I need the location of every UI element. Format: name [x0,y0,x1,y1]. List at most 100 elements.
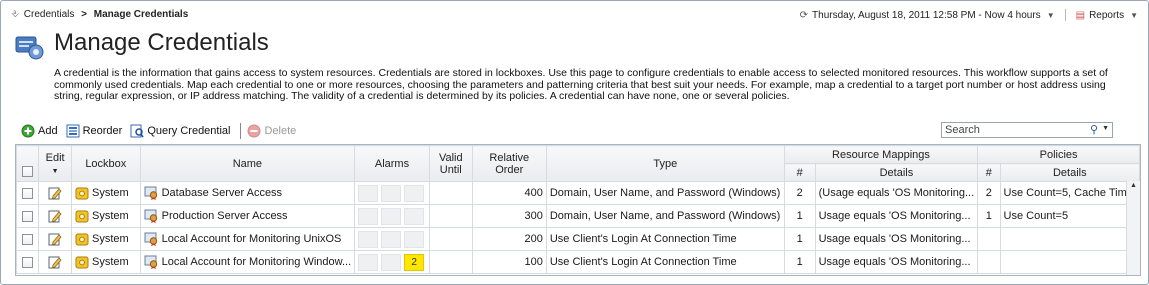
lockbox-icon [75,210,89,223]
row-name-cell: Local Account for Monitoring Window... [139,250,356,274]
alarm-indicator[interactable] [381,230,402,248]
query-credential-label: Query Credential [147,125,231,137]
valid-until-line2: Until [439,163,462,176]
chevron-down-icon[interactable]: ▼ [1047,11,1055,20]
table-row[interactable]: System Local Account for Monitoring Wind… [15,250,1141,274]
row-pol-details[interactable] [999,250,1141,274]
edit-icon[interactable] [48,186,62,200]
row-checkbox[interactable] [22,233,34,245]
row-rm-details[interactable]: Usage equals 'OS Monitoring... [814,227,979,251]
row-type: Domain, User Name, and Password (Windows… [545,204,785,228]
alarm-indicator[interactable] [358,207,379,225]
row-valid-until [428,204,473,228]
row-edit-cell [38,204,73,228]
credential-icon [144,232,157,246]
sort-down-icon[interactable]: ▼ [52,168,59,175]
reports-menu[interactable]: Reports [1089,10,1124,21]
row-alarms-cell: 2 [354,250,430,274]
alarm-indicator[interactable] [358,184,379,202]
row-name-cell: Production Server Access [139,204,356,228]
time-range-selector[interactable]: Thursday, August 18, 2011 12:58 PM - Now… [812,10,1041,21]
home-icon[interactable]: ⎀ [11,9,19,20]
column-header-edit-label: Edit [45,151,65,164]
row-type: Domain, User Name, and Password (Windows… [545,181,785,205]
row-checkbox[interactable] [22,256,34,268]
column-header-alarms[interactable]: Alarms [354,145,430,182]
row-rm-count: 1 [783,227,816,251]
column-header-name[interactable]: Name [139,145,356,182]
toolbar: Add Reorder Query Credential Delete [21,121,304,141]
row-pol-details[interactable]: Use Count=5 [999,204,1141,228]
table-row[interactable]: System Local Account for Monitoring Unix… [15,227,1141,251]
alarm-indicator-warning[interactable] [404,230,425,248]
column-header-type[interactable]: Type [545,145,785,182]
row-valid-until [428,181,473,205]
edit-icon[interactable] [48,209,62,223]
query-credential-button[interactable]: Query Credential [130,124,230,138]
reorder-button[interactable]: Reorder [66,124,122,138]
row-checkbox[interactable] [22,187,34,199]
add-button[interactable]: Add [21,124,58,138]
column-header-rm-details[interactable]: Details [814,163,979,182]
row-pol-count: 2 [977,181,1001,205]
chevron-down-icon[interactable]: ▼ [1130,11,1138,20]
toolbar-divider [240,123,242,139]
plus-icon [21,124,35,138]
edit-icon[interactable] [48,255,62,269]
breadcrumb-parent-link[interactable]: Credentials [24,9,75,20]
row-pol-count [977,227,1001,251]
alarm-indicator[interactable] [358,253,379,271]
alarm-indicator[interactable] [358,230,379,248]
row-rm-details[interactable]: Usage equals 'OS Monitoring... [814,250,979,274]
row-pol-details[interactable]: Use Count=5, Cache Tim... [999,181,1141,205]
edit-icon[interactable] [48,232,62,246]
alarm-indicator-warning[interactable]: 2 [404,253,425,271]
row-lockbox-cell: System [71,181,141,205]
time-range-icon: ⟳ [799,9,809,21]
column-header-edit[interactable]: Edit ▼ [38,145,73,182]
row-type: Use Client's Login At Connection Time [545,250,785,274]
vertical-scrollbar[interactable]: ▲ [1126,181,1140,275]
table-row[interactable]: System Production Server Access 300 Doma… [15,204,1141,228]
credentials-table: Edit ▼ Lockbox Name Alarms Valid Until Rel… [15,144,1141,276]
chevron-down-icon[interactable]: ▼ [1102,125,1109,132]
alarm-indicator[interactable] [381,184,402,202]
delete-button-label: Delete [264,125,297,137]
column-header-pol-count[interactable]: # [977,163,1001,182]
row-name[interactable]: Local Account for Monitoring UnixOS [162,233,342,245]
column-header-valid-until[interactable]: Valid Until [428,145,473,182]
breadcrumb-separator: > [81,9,87,20]
page-description: A credential is the information that gai… [54,67,1108,102]
column-group-resource-mappings: Resource Mappings [783,145,979,164]
column-header-rm-count[interactable]: # [783,163,816,182]
scroll-up-icon[interactable]: ▲ [1130,182,1137,189]
row-pol-details[interactable] [999,227,1141,251]
row-checkbox[interactable] [22,210,34,222]
query-icon [130,124,144,138]
row-name[interactable]: Production Server Access [162,210,288,222]
row-lockbox-cell: System [71,227,141,251]
row-rm-details[interactable]: Usage equals 'OS Monitoring... [814,204,979,228]
delete-button[interactable]: Delete [247,124,296,138]
alarm-indicator[interactable] [381,253,402,271]
row-name[interactable]: Local Account for Monitoring Window... [162,256,352,268]
header-divider [1064,9,1066,21]
search-icon[interactable]: ⚲ [1090,123,1098,136]
row-lockbox: System [92,255,129,268]
column-header-pol-details[interactable]: Details [999,163,1141,182]
alarm-indicator-warning[interactable] [404,207,425,225]
row-name[interactable]: Database Server Access [162,187,282,199]
select-all-checkbox[interactable] [22,165,34,177]
top-bar: ⎀ Credentials > Manage Credentials ⟳ Thu… [1,1,1148,27]
row-lockbox: System [92,186,129,199]
row-lockbox-cell: System [71,250,141,274]
credentials-icon [15,36,44,60]
search-input[interactable]: Search ⚲ ▼ [941,122,1113,138]
alarm-indicator[interactable] [381,207,402,225]
alarm-indicator-warning[interactable] [404,184,425,202]
table-row[interactable]: System Database Server Access 400 Domain… [15,181,1141,205]
column-header-relative-order[interactable]: Relative Order [471,145,547,182]
row-type: Use Client's Login At Connection Time [545,227,785,251]
column-header-lockbox[interactable]: Lockbox [71,145,141,182]
row-rm-details[interactable]: (Usage equals 'OS Monitoring... [814,181,979,205]
